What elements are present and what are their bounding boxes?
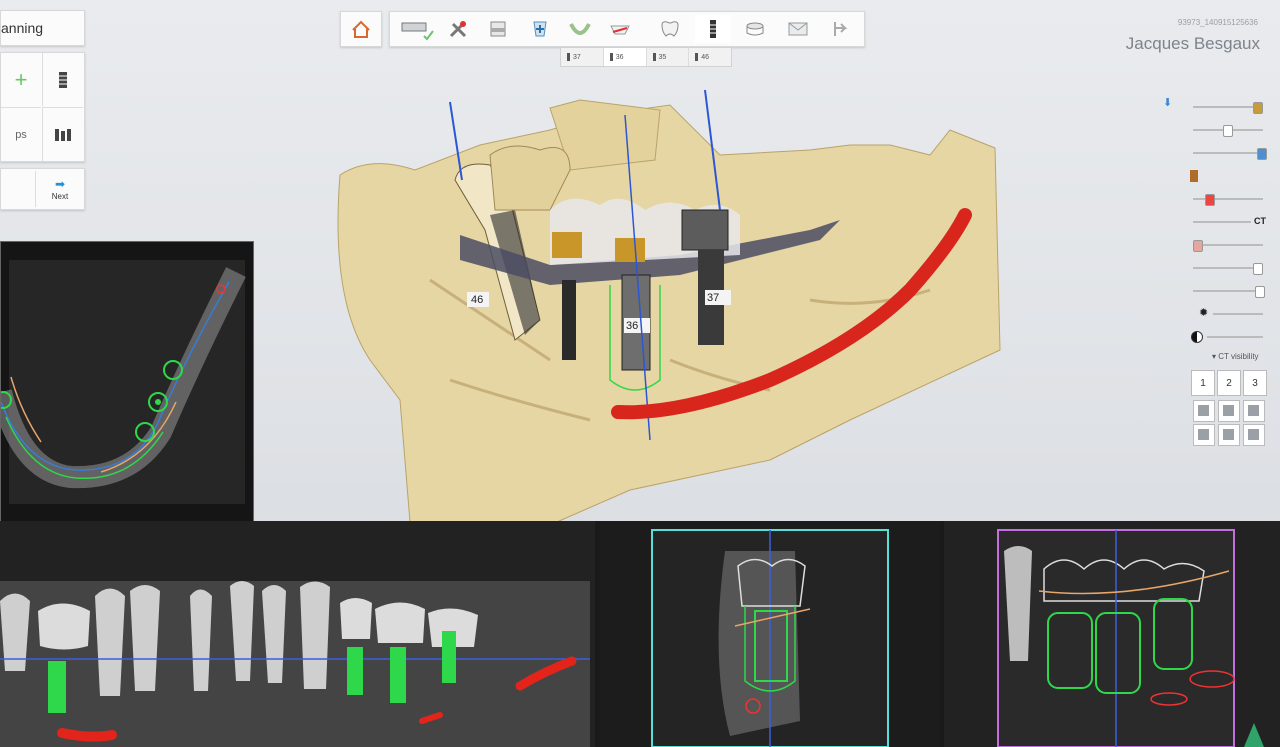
tooth-46-label: 46 — [471, 294, 483, 306]
user-name: Jacques Besgaux — [1125, 34, 1260, 53]
implant-icon — [59, 71, 67, 88]
cross-section-view[interactable] — [600, 521, 940, 747]
view-cube-left-icon[interactable] — [1193, 424, 1215, 446]
implant-tool[interactable] — [695, 15, 731, 43]
groups-button[interactable]: ps — [1, 107, 41, 161]
window-icon — [490, 21, 506, 37]
crown-edit-icon — [610, 25, 630, 35]
slider-crown-opacity[interactable] — [1193, 100, 1263, 114]
home-icon — [352, 20, 370, 38]
sleeve-tool[interactable] — [737, 15, 773, 43]
implant-35-pano[interactable] — [347, 647, 363, 695]
wizard-nav: ➡ Next — [0, 168, 85, 210]
add-implant-button[interactable]: + — [1, 53, 41, 106]
crown-35-pano — [340, 598, 372, 639]
implant-46-pano[interactable] — [48, 661, 66, 713]
implant-37-label: 37 — [707, 292, 719, 304]
tangential-view[interactable] — [944, 521, 1280, 747]
pin-icon[interactable]: ⬇ — [1163, 96, 1172, 109]
export-icon — [834, 22, 848, 36]
view-button-1[interactable]: 1 — [1191, 370, 1215, 396]
implant-36-pano[interactable] — [390, 647, 406, 703]
axial-ct-view[interactable] — [0, 241, 254, 522]
ct-label: CT — [1254, 216, 1266, 226]
view-cube-back-icon[interactable] — [1243, 424, 1265, 446]
tools-icon — [449, 21, 467, 38]
workflow-step-title-text: anning — [1, 20, 44, 36]
tooth-tool[interactable] — [652, 15, 688, 43]
view-button-3[interactable]: 3 — [1243, 370, 1267, 396]
ct-visibility-toggle[interactable]: ▾ CT visibility — [1212, 352, 1259, 361]
window-tool[interactable] — [480, 15, 516, 43]
view-button-label: 1 — [1200, 377, 1206, 389]
slider-bone-opacity[interactable] — [1193, 238, 1263, 252]
sleeve-small-icon — [1190, 170, 1198, 182]
home-button[interactable] — [340, 11, 382, 47]
mandible-bone — [337, 104, 1001, 526]
implant-36-label: 36 — [626, 320, 638, 332]
crown-36-pano — [375, 602, 425, 643]
add-implant-icon — [533, 21, 547, 37]
multi-implant-button[interactable] — [42, 107, 83, 161]
arrow-right-icon: ➡ — [54, 176, 66, 191]
view-cube-front-icon[interactable] — [1193, 400, 1215, 422]
scan-check-icon — [401, 22, 434, 41]
panoramic-view[interactable] — [0, 521, 595, 747]
groups-label: ps — [15, 128, 27, 141]
implant-icon — [710, 20, 716, 38]
view-button-label: 2 — [1226, 377, 1232, 389]
slider-gum-opacity[interactable] — [1193, 261, 1263, 275]
bottom-views — [0, 521, 1280, 747]
envelope-icon — [788, 22, 808, 36]
view-cube-bottom-icon[interactable] — [1218, 424, 1240, 446]
next-label: Next — [51, 191, 69, 201]
ct-visibility-label: CT visibility — [1218, 352, 1259, 361]
nerve-pano-left — [57, 728, 117, 742]
arch-icon — [569, 23, 591, 35]
axial-ct-image — [0, 260, 246, 504]
workflow-step-title: anning — [0, 10, 85, 46]
patient-id: 93973_140915125636 — [1177, 18, 1258, 27]
tooth-icon — [661, 21, 679, 37]
slider-guide-opacity[interactable] — [1193, 192, 1263, 206]
plus-icon: + — [14, 66, 28, 92]
sleeve-icon — [746, 22, 764, 36]
crown-46-pano — [38, 603, 90, 650]
scan-check-tool[interactable] — [394, 15, 438, 43]
view-button-label: 3 — [1252, 377, 1258, 389]
slider-contrast[interactable] — [1193, 330, 1263, 344]
implant-37-pano[interactable] — [442, 631, 456, 683]
view-button-2[interactable]: 2 — [1217, 370, 1241, 396]
view-cube-top-icon[interactable] — [1218, 400, 1240, 422]
tools-tool[interactable] — [440, 15, 476, 43]
multi-implant-icon — [55, 128, 71, 141]
slider-model-opacity[interactable] — [1193, 284, 1265, 298]
crown-edit-tool[interactable] — [602, 15, 638, 43]
export-tool[interactable] — [822, 15, 858, 43]
workflow-toolbar — [389, 11, 865, 47]
envelope-tool[interactable] — [780, 15, 816, 43]
view-cube-right-icon[interactable] — [1243, 400, 1265, 422]
arch-tool[interactable] — [562, 15, 598, 43]
implant-tools-grid: + ps — [0, 52, 85, 162]
slider-implant-opacity[interactable] — [1193, 146, 1267, 160]
slider-ct-opacity[interactable] — [1193, 215, 1263, 229]
next-button[interactable]: ➡ Next — [35, 171, 84, 207]
add-implant-tool[interactable] — [522, 15, 558, 43]
slider-tooth-opacity[interactable] — [1193, 123, 1263, 137]
viewport-3d[interactable]: 36 37 46 — [250, 60, 1050, 530]
single-implant-button[interactable] — [42, 53, 83, 106]
slider-brightness[interactable] — [1193, 307, 1263, 321]
